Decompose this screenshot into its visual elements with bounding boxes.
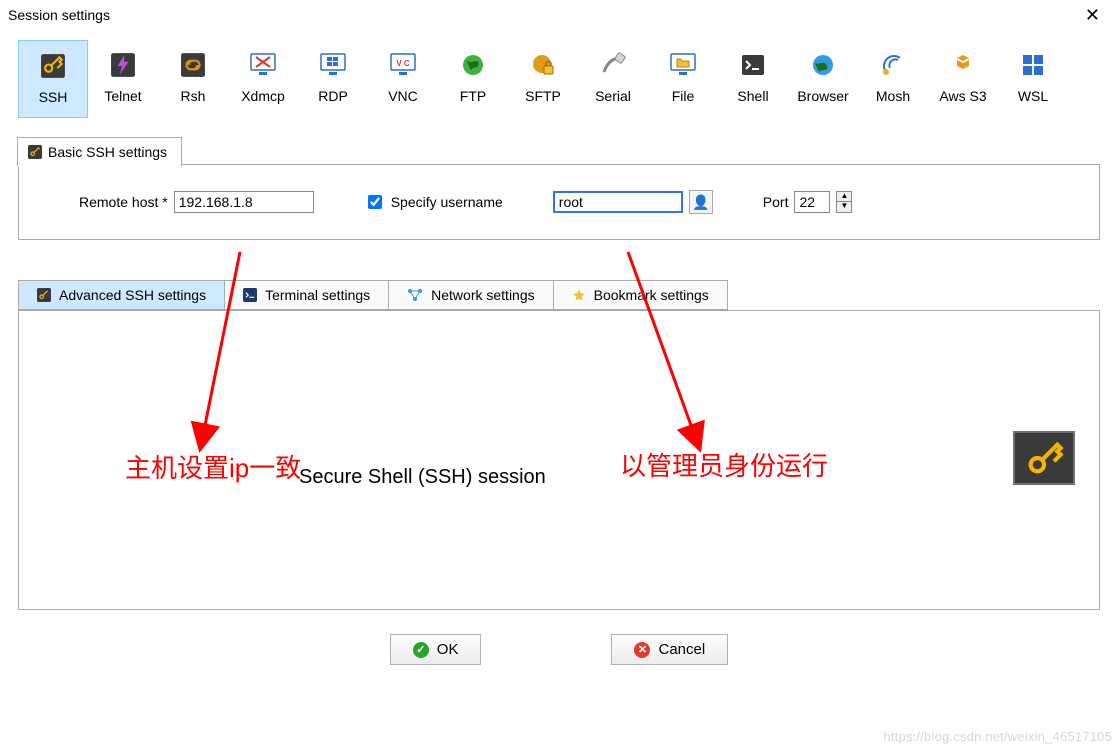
watermark-text: https://blog.csdn.net/weixin_46517105 <box>883 729 1112 744</box>
session-type-file[interactable]: File <box>648 40 718 118</box>
person-icon: 👤 <box>692 194 709 211</box>
annotation-left: 主机设置ip一致 <box>125 448 301 485</box>
username-input[interactable] <box>553 191 683 213</box>
window-title: Session settings <box>8 7 110 23</box>
type-label: Aws S3 <box>939 88 986 104</box>
basic-ssh-panel: Remote host * Specify username 👤 Port ▲ … <box>18 164 1100 240</box>
globe-blue-icon <box>811 48 835 82</box>
port-spinner: ▲ ▼ <box>836 191 852 213</box>
type-label: RDP <box>318 88 348 104</box>
type-label: SFTP <box>525 88 561 104</box>
basic-ssh-tab[interactable]: Basic SSH settings <box>17 137 182 167</box>
globe-icon <box>461 48 485 82</box>
terminal-icon <box>741 48 765 82</box>
windows-monitor-icon <box>319 48 347 82</box>
key-small-icon <box>28 145 42 159</box>
port-field: Port ▲ ▼ <box>763 191 853 213</box>
key-icon <box>40 49 66 83</box>
ok-button[interactable]: ✓ OK <box>390 634 482 665</box>
type-label: Serial <box>595 88 631 104</box>
session-type-shell[interactable]: Shell <box>718 40 788 118</box>
lightning-icon <box>110 48 136 82</box>
session-type-ssh[interactable]: SSH <box>18 40 88 118</box>
type-label: SSH <box>39 89 68 105</box>
settings-subtabs: Advanced SSH settings Terminal settings … <box>18 280 1100 310</box>
type-label: Xdmcp <box>241 88 285 104</box>
type-label: Mosh <box>876 88 910 104</box>
dialog-button-row: ✓ OK ✕ Cancel <box>0 634 1118 665</box>
remote-host-label: Remote host * <box>79 194 168 210</box>
basic-ssh-tab-label: Basic SSH settings <box>48 144 167 160</box>
session-type-ftp[interactable]: FTP <box>438 40 508 118</box>
specify-username-checkbox[interactable] <box>368 195 382 209</box>
close-icon[interactable]: ✕ <box>1077 4 1108 26</box>
windows-icon <box>1022 48 1044 82</box>
session-type-vnc[interactable]: V C VNC <box>368 40 438 118</box>
session-type-browser[interactable]: Browser <box>788 40 858 118</box>
type-label: Browser <box>797 88 848 104</box>
tab-label: Terminal settings <box>265 287 370 303</box>
x-monitor-icon <box>249 48 277 82</box>
session-type-title: Secure Shell (SSH) session <box>299 466 546 489</box>
specify-username-field: Specify username <box>364 192 503 212</box>
session-types-row: SSH Telnet Rsh Xdmcp RDP V C VNC FTP SFT… <box>0 30 1118 124</box>
remote-host-field: Remote host * <box>79 191 314 213</box>
tab-terminal[interactable]: Terminal settings <box>224 280 389 310</box>
username-field: 👤 <box>553 190 713 214</box>
port-spin-down[interactable]: ▼ <box>837 202 851 212</box>
key-small-icon <box>37 288 51 302</box>
tab-advanced-ssh[interactable]: Advanced SSH settings <box>18 280 225 310</box>
x-circle-icon: ✕ <box>634 642 650 658</box>
session-type-awss3[interactable]: Aws S3 <box>928 40 998 118</box>
session-type-rsh[interactable]: Rsh <box>158 40 228 118</box>
cancel-label: Cancel <box>658 641 705 658</box>
port-input[interactable] <box>794 191 830 213</box>
tab-bookmark[interactable]: Bookmark settings <box>553 280 728 310</box>
session-type-mosh[interactable]: Mosh <box>858 40 928 118</box>
ok-label: OK <box>437 641 459 658</box>
session-type-wsl[interactable]: WSL <box>998 40 1068 118</box>
type-label: Telnet <box>104 88 141 104</box>
terminal-small-icon <box>243 288 257 302</box>
cancel-button[interactable]: ✕ Cancel <box>611 634 728 665</box>
check-circle-icon: ✓ <box>413 642 429 658</box>
remote-host-input[interactable] <box>174 191 314 213</box>
ssh-key-badge <box>1013 431 1075 485</box>
cubes-icon <box>950 48 976 82</box>
svg-text:V C: V C <box>396 59 410 68</box>
session-type-serial[interactable]: Serial <box>578 40 648 118</box>
session-type-xdmcp[interactable]: Xdmcp <box>228 40 298 118</box>
type-label: WSL <box>1018 88 1048 104</box>
tab-label: Network settings <box>431 287 534 303</box>
network-icon <box>407 288 423 302</box>
folder-monitor-icon <box>669 48 697 82</box>
type-label: FTP <box>460 88 486 104</box>
link-icon <box>180 48 206 82</box>
serial-cable-icon <box>600 48 626 82</box>
key-large-icon <box>1024 438 1064 478</box>
globe-lock-icon <box>531 48 555 82</box>
session-type-rdp[interactable]: RDP <box>298 40 368 118</box>
titlebar: Session settings ✕ <box>0 0 1118 30</box>
port-label: Port <box>763 194 789 210</box>
specify-username-label: Specify username <box>391 194 503 210</box>
user-picker-button[interactable]: 👤 <box>689 190 713 214</box>
session-type-telnet[interactable]: Telnet <box>88 40 158 118</box>
annotation-right: 以管理员身份运行 <box>620 446 828 483</box>
type-label: VNC <box>388 88 418 104</box>
tab-network[interactable]: Network settings <box>388 280 553 310</box>
type-label: Shell <box>737 88 768 104</box>
session-type-sftp[interactable]: SFTP <box>508 40 578 118</box>
satellite-icon <box>880 48 906 82</box>
type-label: File <box>672 88 695 104</box>
tab-label: Bookmark settings <box>594 287 709 303</box>
tab-label: Advanced SSH settings <box>59 287 206 303</box>
basic-ssh-settings-group: Basic SSH settings Remote host * Specify… <box>18 164 1100 240</box>
type-label: Rsh <box>181 88 206 104</box>
star-icon <box>572 288 586 302</box>
vnc-monitor-icon: V C <box>389 48 417 82</box>
